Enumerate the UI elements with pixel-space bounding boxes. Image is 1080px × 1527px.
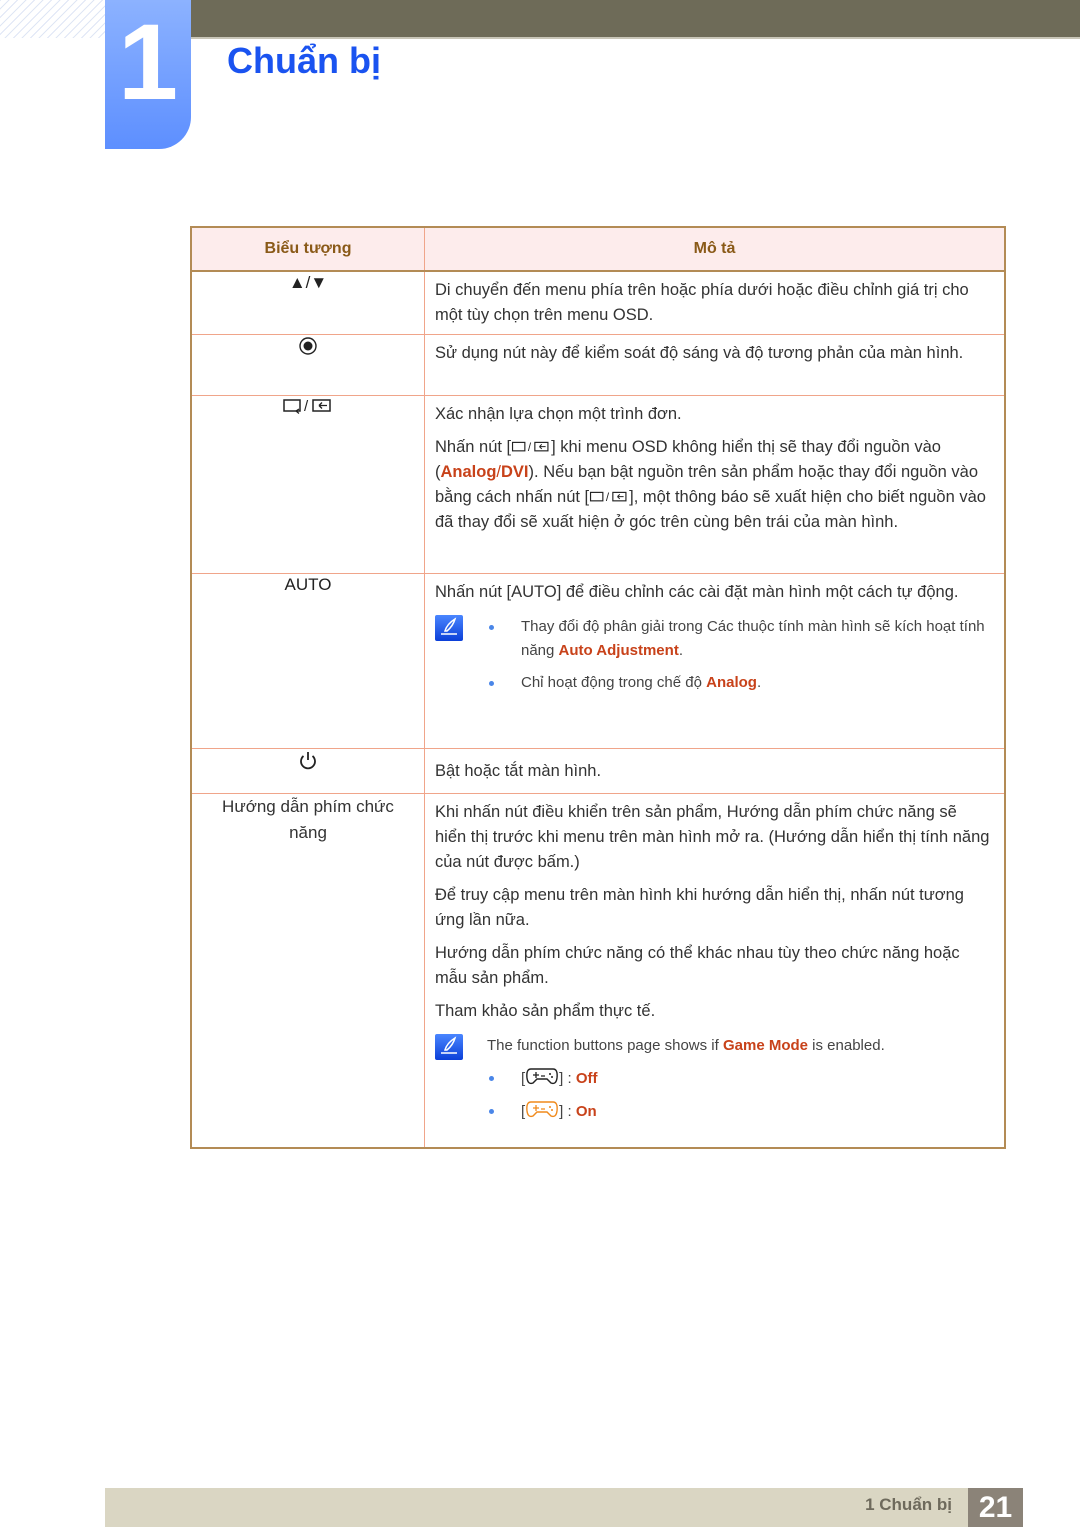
svg-text:/: / — [528, 442, 532, 454]
row-description: Để truy cập menu trên màn hình khi hướng… — [435, 886, 964, 929]
top-bar — [190, 0, 1080, 39]
note: The function buttons page shows if Game … — [435, 1034, 992, 1132]
table-header: Biểu tượng Mô tả — [190, 226, 1006, 272]
svg-text:/: / — [606, 492, 610, 504]
chapter-number: 1 — [117, 1, 179, 122]
footer-chapter-label: 1 Chuẩn bị — [865, 1495, 952, 1514]
chapter-title: Chuẩn bị — [227, 40, 381, 81]
decorative-hatch — [0, 0, 105, 38]
row-description: Nhấn nút [AUTO] để điều chỉnh các cài đặ… — [435, 583, 959, 601]
source-enter-icon: / — [190, 395, 425, 574]
gamepad-icon — [526, 1068, 559, 1085]
note: Thay đổi độ phân giải trong Các thuộc tí… — [435, 615, 992, 703]
header-description: Mô tả — [424, 226, 1006, 272]
row-description: Di chuyển đến menu phía trên hoặc phía d… — [435, 281, 969, 324]
brightness-button-icon — [190, 334, 425, 396]
row-description: Nhấn nút [/] khi menu OSD không hiển thị… — [435, 438, 986, 531]
row-description: Bật hoặc tắt màn hình. — [435, 761, 602, 780]
icon-table: Biểu tượng Mô tả ▲/▼ Di chuyển đến menu … — [190, 226, 1006, 1149]
source-enter-icon: / — [590, 491, 627, 504]
source-enter-icon: / — [512, 441, 549, 454]
table-row: AUTO Nhấn nút [AUTO] để điều chỉnh các c… — [190, 573, 1006, 749]
table-row: Hướng dẫn phím chức năng Khi nhấn nút đi… — [190, 793, 1006, 1148]
gamepad-icon — [526, 1101, 559, 1118]
game-mode-on-item: [] : On — [487, 1099, 885, 1124]
page-number: 21 — [968, 1488, 1023, 1527]
row-description: Hướng dẫn phím chức năng có thể khác nha… — [435, 944, 960, 987]
auto-icon: AUTO — [190, 573, 425, 749]
table-row: ▲/▼ Di chuyển đến menu phía trên hoặc ph… — [190, 270, 1006, 335]
row-description: Tham khảo sản phẩm thực tế. — [435, 1002, 656, 1020]
row-description: Sử dụng nút này để kiểm soát độ sáng và … — [435, 344, 964, 362]
table-row: / Xác nhận lựa chọn một trình đơn. Nhấn … — [190, 395, 1006, 574]
note-item: Chỉ hoạt động trong chế độ Analog. — [487, 671, 992, 695]
note-pencil-icon — [435, 1034, 463, 1060]
table-row: Sử dụng nút này để kiểm soát độ sáng và … — [190, 334, 1006, 396]
table-row: Bật hoặc tắt màn hình. — [190, 748, 1006, 794]
game-mode-off-item: [] : Off — [487, 1066, 885, 1091]
note-pencil-icon — [435, 615, 463, 641]
power-icon — [190, 748, 425, 794]
up-down-arrows-icon: ▲/▼ — [190, 270, 425, 335]
function-key-guide-label: Hướng dẫn phím chức năng — [190, 793, 425, 1148]
row-description: Xác nhận lựa chọn một trình đơn. — [435, 405, 682, 423]
chapter-tab: 1 — [105, 0, 191, 149]
note-intro: The function buttons page shows if Game … — [487, 1037, 885, 1054]
header-icon: Biểu tượng — [190, 226, 425, 272]
svg-text:/: / — [304, 398, 309, 415]
note-item: Thay đổi độ phân giải trong Các thuộc tí… — [487, 615, 992, 663]
row-description: Khi nhấn nút điều khiển trên sản phẩm, H… — [435, 803, 990, 871]
